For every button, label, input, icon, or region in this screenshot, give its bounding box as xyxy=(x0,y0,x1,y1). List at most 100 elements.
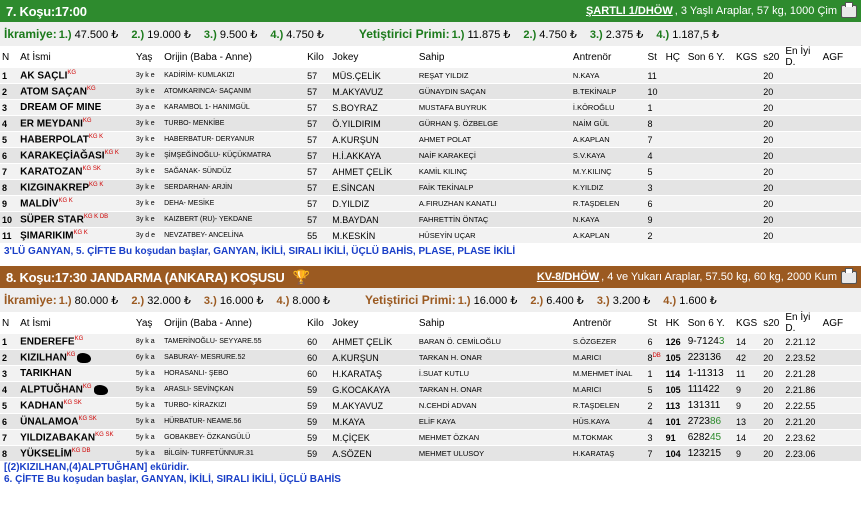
trainer-name[interactable]: S.ÖZGEZER xyxy=(570,334,646,350)
horse-row[interactable]: 3 TARIKHAN 5y k a HORASANLI- ŞEBO 60 H.KARATA… xyxy=(0,365,861,382)
horse-row[interactable]: 11 ŞIMARIKIMKG K 3y d e NEVZATBEY- ANCELİNA… xyxy=(0,227,861,244)
horse-name-cell[interactable]: ER MEYDANIKG xyxy=(18,115,134,132)
trainer-name[interactable]: K.YILDIZ xyxy=(570,179,646,196)
horse-row[interactable]: 4 ALPTUĞHANKG 5y k a ARASLI- SEVİNÇKAN 59 G.K… xyxy=(0,381,861,398)
horse-name-cell[interactable]: YILDIZABAKANKG SK xyxy=(18,429,134,446)
horse-row[interactable]: 4 ER MEYDANIKG 3y k e TURBO- MENKİBE 57 Ö.YIL… xyxy=(0,115,861,132)
column-header[interactable]: s20 xyxy=(761,46,783,68)
trainer-name[interactable]: M.MEHMET İNAL xyxy=(570,365,646,382)
horse-name[interactable]: ÜNALAMOA xyxy=(20,416,78,427)
owner-name[interactable]: AHMET POLAT xyxy=(416,131,571,148)
horse-name[interactable]: KIZGINAKREP xyxy=(20,182,89,193)
horse-origin[interactable]: ŞİMŞEĞİNOĞLU- KÜÇÜKMATRA xyxy=(162,147,306,164)
horse-row[interactable]: 10 SÜPER STARKG K DB 3y k e KAIZBERT (RU)- … xyxy=(0,211,861,228)
horse-name[interactable]: HABERPOLAT xyxy=(20,134,89,145)
horse-name[interactable]: SÜPER STAR xyxy=(20,214,84,225)
horse-origin[interactable]: DEHA- MESİKE xyxy=(162,195,306,212)
trainer-name[interactable]: M.ARICI xyxy=(570,381,646,398)
race-8-condition-code[interactable]: KV-8/DHÖW xyxy=(537,271,599,283)
trainer-name[interactable]: M.TOKMAK xyxy=(570,429,646,446)
trainer-name[interactable]: B.TEKİNALP xyxy=(570,83,646,100)
horse-row[interactable]: 3 DREAM OF MINE 3y a e KARAMBOL 1- HANIMGÜL… xyxy=(0,99,861,116)
jockey-name[interactable]: M.ÇİÇEK xyxy=(330,429,417,446)
horse-origin[interactable]: TURBO- MENKİBE xyxy=(162,115,306,132)
horse-name[interactable]: ALPTUĞHAN xyxy=(20,384,83,395)
horse-origin[interactable]: BİLGİN- TURFETÜNNUR.31 xyxy=(162,445,306,462)
horse-name-cell[interactable]: YÜKSELİMKG DB xyxy=(18,445,134,462)
horse-name-cell[interactable]: KARATOZANKG SK xyxy=(18,163,134,180)
owner-name[interactable]: ELİF KAYA xyxy=(416,413,571,430)
owner-name[interactable]: GÜNAYDIN SAÇAN xyxy=(416,83,571,100)
horse-origin[interactable]: KARAMBOL 1- HANIMGÜL xyxy=(162,99,306,116)
horse-name[interactable]: YÜKSELİM xyxy=(20,448,72,459)
horse-name[interactable]: KARATOZAN xyxy=(20,166,82,177)
column-header[interactable]: Yaş xyxy=(134,46,162,68)
horse-name-cell[interactable]: ATOM SAÇANKG xyxy=(18,83,134,100)
owner-name[interactable]: MEHMET ÖZKAN xyxy=(416,429,571,446)
column-header[interactable]: AGF xyxy=(821,46,861,68)
horse-name-cell[interactable]: KIZGINAKREPKG K xyxy=(18,179,134,196)
horse-name-cell[interactable]: MALDİVKG K xyxy=(18,195,134,212)
jockey-name[interactable]: M.AKYAVUZ xyxy=(330,83,417,100)
column-header[interactable]: Orijin (Baba - Anne) xyxy=(162,312,305,334)
horse-row[interactable]: 7 YILDIZABAKANKG SK 5y k a GOBAKBEY- ÖZKANG… xyxy=(0,429,861,446)
column-header[interactable]: At İsmi xyxy=(18,312,134,334)
trainer-name[interactable]: HÜS.KAYA xyxy=(570,413,646,430)
column-header[interactable]: KGS xyxy=(734,312,761,334)
horse-row[interactable]: 5 HABERPOLATKG K 3y k e HABERBATUR- DERYANU… xyxy=(0,131,861,148)
column-header[interactable]: Antrenör xyxy=(571,46,646,68)
column-header[interactable]: N xyxy=(0,312,18,334)
column-header[interactable]: Yaş xyxy=(134,312,162,334)
trainer-name[interactable]: A.KAPLAN xyxy=(570,131,646,148)
horse-origin[interactable]: HÜRBATUR- NEAME.56 xyxy=(162,413,306,430)
printer-icon[interactable] xyxy=(841,1,857,18)
jockey-name[interactable]: A.KURŞUN xyxy=(330,131,417,148)
horse-row[interactable]: 1 ENDEREFEKG 8y k a TAMERİNOĞLU- SEYYARE.55… xyxy=(0,334,861,350)
owner-name[interactable]: N.CEHDİ ADVAN xyxy=(416,397,571,414)
horse-name[interactable]: ER MEYDANI xyxy=(20,118,83,129)
horse-name-cell[interactable]: ENDEREFEKG xyxy=(18,334,134,350)
jockey-name[interactable]: Ö.YILDIRIM xyxy=(330,115,417,132)
horse-name-cell[interactable]: HABERPOLATKG K xyxy=(18,131,134,148)
jockey-name[interactable]: H.KARATAŞ xyxy=(330,365,417,382)
horse-row[interactable]: 6 ÜNALAMOAKG SK 5y k a HÜRBATUR- NEAME.56 59… xyxy=(0,413,861,430)
column-header[interactable]: St xyxy=(645,312,663,334)
horse-origin[interactable]: HABERBATUR- DERYANUR xyxy=(162,131,306,148)
trainer-name[interactable]: R.TAŞDELEN xyxy=(570,195,646,212)
owner-name[interactable]: KAMİL KILINÇ xyxy=(416,163,571,180)
owner-name[interactable]: TARKAN H. ONAR xyxy=(416,349,571,366)
jockey-name[interactable]: MÜS.ÇELİK xyxy=(330,68,417,84)
jockey-name[interactable]: M.AKYAVUZ xyxy=(330,397,417,414)
trainer-name[interactable]: A.KAPLAN xyxy=(570,227,646,244)
column-header[interactable]: St xyxy=(645,46,663,68)
jockey-name[interactable]: E.SİNCAN xyxy=(330,179,417,196)
horse-name[interactable]: ŞIMARIKIM xyxy=(20,230,73,241)
horse-origin[interactable]: ARASLI- SEVİNÇKAN xyxy=(162,381,306,398)
trainer-name[interactable]: S.V.KAYA xyxy=(570,147,646,164)
owner-name[interactable]: MEHMET ULUSOY xyxy=(416,445,571,462)
horse-name[interactable]: KADHAN xyxy=(20,400,63,411)
column-header[interactable]: Orijin (Baba - Anne) xyxy=(162,46,305,68)
owner-name[interactable]: İ.SUAT KUTLU xyxy=(416,365,571,382)
horse-row[interactable]: 5 KADHANKG SK 5y k a TURBO- KİRAZKIZI 59 M.AK… xyxy=(0,397,861,414)
column-header[interactable]: Sahip xyxy=(417,312,571,334)
owner-name[interactable]: A.FIRUZHAN KANATLI xyxy=(416,195,571,212)
horse-row[interactable]: 8 KIZGINAKREPKG K 3y k e SERDARHAN- ARJİN 57… xyxy=(0,179,861,196)
jockey-name[interactable]: A.KURŞUN xyxy=(330,349,417,366)
horse-origin[interactable]: GOBAKBEY- ÖZKANGÜLÜ xyxy=(162,429,306,446)
trainer-name[interactable]: M.Y.KILINÇ xyxy=(570,163,646,180)
horse-name-cell[interactable]: KARAKEÇİAĞASIKG K xyxy=(18,147,134,164)
jockey-name[interactable]: A.SÖZEN xyxy=(330,445,417,462)
column-header[interactable]: At İsmi xyxy=(18,46,134,68)
trainer-name[interactable]: R.TAŞDELEN xyxy=(570,397,646,414)
horse-name[interactable]: ENDEREFE xyxy=(20,336,74,347)
horse-origin[interactable]: NEVZATBEY- ANCELİNA xyxy=(162,227,306,244)
horse-name-cell[interactable]: ÜNALAMOAKG SK xyxy=(18,413,134,430)
horse-name-cell[interactable]: ŞIMARIKIMKG K xyxy=(18,227,134,244)
column-header[interactable]: Kilo xyxy=(305,312,330,334)
jockey-name[interactable]: D.YILDIZ xyxy=(330,195,417,212)
horse-origin[interactable]: SAĞANAK- SÜNDÜZ xyxy=(162,163,306,180)
trainer-name[interactable]: M.ARICI xyxy=(570,349,646,366)
horse-origin[interactable]: SERDARHAN- ARJİN xyxy=(162,179,306,196)
jockey-name[interactable]: M.BAYDAN xyxy=(330,211,417,228)
